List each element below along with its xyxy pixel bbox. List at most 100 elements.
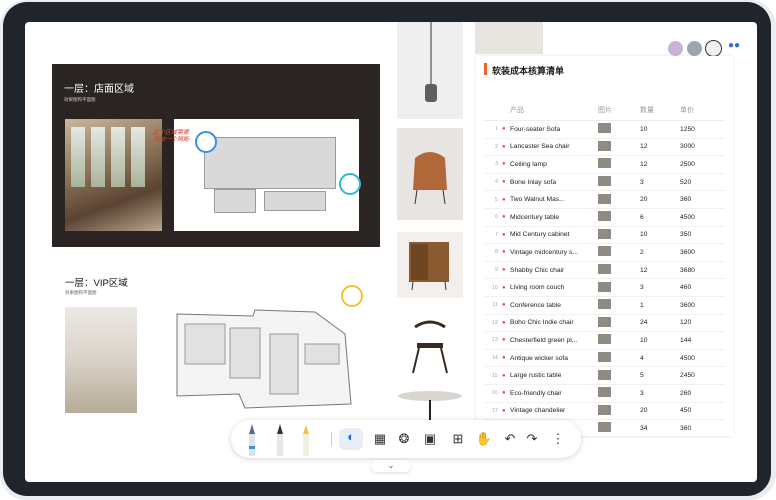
pencil-tool[interactable] <box>275 422 285 456</box>
board-title: 一层：VIP区域 <box>65 278 128 289</box>
row-index: 6 <box>494 214 498 221</box>
row-index: 5 <box>494 196 498 203</box>
table-row[interactable]: 12 ● Boho Chic Indie chair 24 120 <box>484 315 725 333</box>
product-price: 3600 <box>680 301 695 309</box>
product-quantity: 10 <box>640 231 648 239</box>
table-row[interactable]: 8 ● Vintage midcentury s... 2 3600 <box>484 244 725 262</box>
table-row[interactable]: 10 ● Living room couch 3 460 <box>484 279 725 297</box>
product-image-pendant-lamp <box>397 22 463 119</box>
product-thumbnail <box>598 264 640 276</box>
product-price: 3680 <box>680 266 695 274</box>
product-name: Vintage midcentury s... <box>510 248 578 256</box>
row-index: 7 <box>494 231 498 238</box>
restaurant-render-image <box>65 119 162 231</box>
product-name: Two Walnut Mas... <box>510 196 565 204</box>
row-index: 4 <box>494 179 498 186</box>
table-row[interactable]: 2 ● Lancaster Sea chair 12 3000 <box>484 139 725 157</box>
row-bullet-icon: ● <box>502 390 506 397</box>
keyboard-icon[interactable]: ▦ <box>371 430 389 448</box>
hand-icon[interactable]: ✋ <box>475 430 493 448</box>
column-header: 数量 <box>640 107 654 114</box>
product-name: Chesterfield green pl... <box>510 336 578 344</box>
product-thumbnail <box>598 176 640 188</box>
product-thumbnail <box>598 387 640 399</box>
product-price: 360 <box>680 424 692 432</box>
row-index: 13 <box>491 337 498 344</box>
row-index: 1 <box>494 126 498 133</box>
table-row[interactable]: 7 ● Mid Century cabinet 10 350 <box>484 227 725 245</box>
add-icon[interactable]: ⊞ <box>449 430 467 448</box>
table-row[interactable]: 11 ● Conference table 1 3600 <box>484 297 725 315</box>
board-subtitle: 效果图和平面图 <box>65 290 97 295</box>
product-quantity: 10 <box>640 125 648 133</box>
product-price: 2500 <box>680 160 695 168</box>
palette-icon[interactable]: ◐ <box>339 428 363 450</box>
product-thumbnail <box>598 281 640 294</box>
product-price: 4500 <box>680 354 695 362</box>
product-price: 450 <box>680 407 692 415</box>
product-quantity: 34 <box>640 424 648 432</box>
lasso-icon[interactable]: ❂ <box>395 430 413 448</box>
scan-icon[interactable]: ▣ <box>421 430 439 448</box>
row-bullet-icon: ● <box>502 231 506 238</box>
row-bullet-icon: ● <box>502 249 506 256</box>
collaborator-avatar[interactable] <box>705 40 722 57</box>
product-price: 3600 <box>680 248 695 256</box>
row-bullet-icon: ● <box>502 372 506 379</box>
table-row[interactable]: 6 ● Midcentury table 6 4500 <box>484 209 725 227</box>
row-index: 15 <box>491 372 498 379</box>
table-row[interactable]: 15 ● Large rustic table 5 2450 <box>484 367 725 385</box>
product-thumbnail <box>598 158 640 170</box>
table-row[interactable]: 5 ● Two Walnut Mas... 20 360 <box>484 191 725 209</box>
row-bullet-icon: ● <box>502 143 506 150</box>
collaborator-pin-avatar[interactable] <box>341 285 363 307</box>
row-bullet-icon: ● <box>502 319 506 326</box>
column-header: 产品 <box>510 107 524 114</box>
product-quantity: 12 <box>640 266 648 274</box>
collaborator-pin-avatar[interactable] <box>195 131 217 153</box>
redo-icon[interactable]: ↷ <box>523 430 541 448</box>
highlighter-tool[interactable] <box>301 422 311 456</box>
toolbar-divider <box>331 432 332 446</box>
panel-title: 软装成本核算清单 <box>492 66 565 76</box>
users-icon[interactable]: ●● <box>728 40 740 51</box>
cost-list-panel[interactable]: 软装成本核算清单 产品 图片 数量 单价 1 ● Four-seater Sofa 1… <box>476 56 733 438</box>
collaborator-avatar[interactable] <box>667 40 684 57</box>
table-row[interactable]: 16 ● Eco-friendly chair 3 260 <box>484 385 725 403</box>
row-index: 11 <box>492 302 498 309</box>
pen-tool[interactable] <box>247 422 257 456</box>
product-price: 520 <box>680 178 692 186</box>
board-storefront[interactable]: 一层：店面区域 效果图和平面图 <box>52 64 380 247</box>
table-row[interactable]: 9 ● Shabby Chic chair 12 3680 <box>484 262 725 280</box>
table-row[interactable]: 3 ● Ceiling lamp 12 2500 <box>484 156 725 174</box>
row-index: 2 <box>494 143 498 150</box>
product-price: 1250 <box>680 125 695 133</box>
canvas-screen[interactable]: 一层：店面区域 效果图和平面图 这个区域需要增加一个隔断 一层：VIP区域 效果… <box>25 22 757 482</box>
collapse-toolbar-handle[interactable]: ⌄ <box>371 460 411 472</box>
table-row[interactable]: 1 ● Four-seater Sofa 10 1250 <box>484 121 725 139</box>
row-index: 16 <box>491 390 498 397</box>
table-row[interactable]: 14 ● Antique wicker sofa 4 4500 <box>484 350 725 368</box>
collaborator-avatar[interactable] <box>686 40 703 57</box>
table-row[interactable]: 4 ● Bone Inlay sofa 3 520 <box>484 174 725 192</box>
product-name: Conference table <box>510 301 561 309</box>
row-index: 17 <box>491 407 498 414</box>
more-icon[interactable]: ⋮ <box>549 430 567 448</box>
product-thumbnail <box>598 228 640 241</box>
row-bullet-icon: ● <box>502 161 506 168</box>
row-bullet-icon: ● <box>502 337 506 344</box>
undo-icon[interactable]: ↶ <box>501 430 519 448</box>
tablet-frame: 一层：店面区域 效果图和平面图 这个区域需要增加一个隔断 一层：VIP区域 效果… <box>0 0 776 500</box>
product-thumbnail <box>598 140 640 153</box>
collaborator-pin-avatar[interactable] <box>339 173 361 195</box>
row-index: 10 <box>491 284 498 291</box>
table-row[interactable]: 17 ● Vintage chandelier 20 450 <box>484 403 725 421</box>
row-index: 9 <box>494 267 498 274</box>
product-name: Four-seater Sofa <box>510 125 561 133</box>
table-row[interactable]: 13 ● Chesterfield green pl... 10 144 <box>484 332 725 350</box>
product-thumbnail <box>598 193 640 206</box>
product-thumbnail <box>598 369 640 382</box>
product-thumbnail <box>598 123 640 135</box>
product-quantity: 3 <box>640 389 644 397</box>
product-name: Antique wicker sofa <box>510 354 568 362</box>
